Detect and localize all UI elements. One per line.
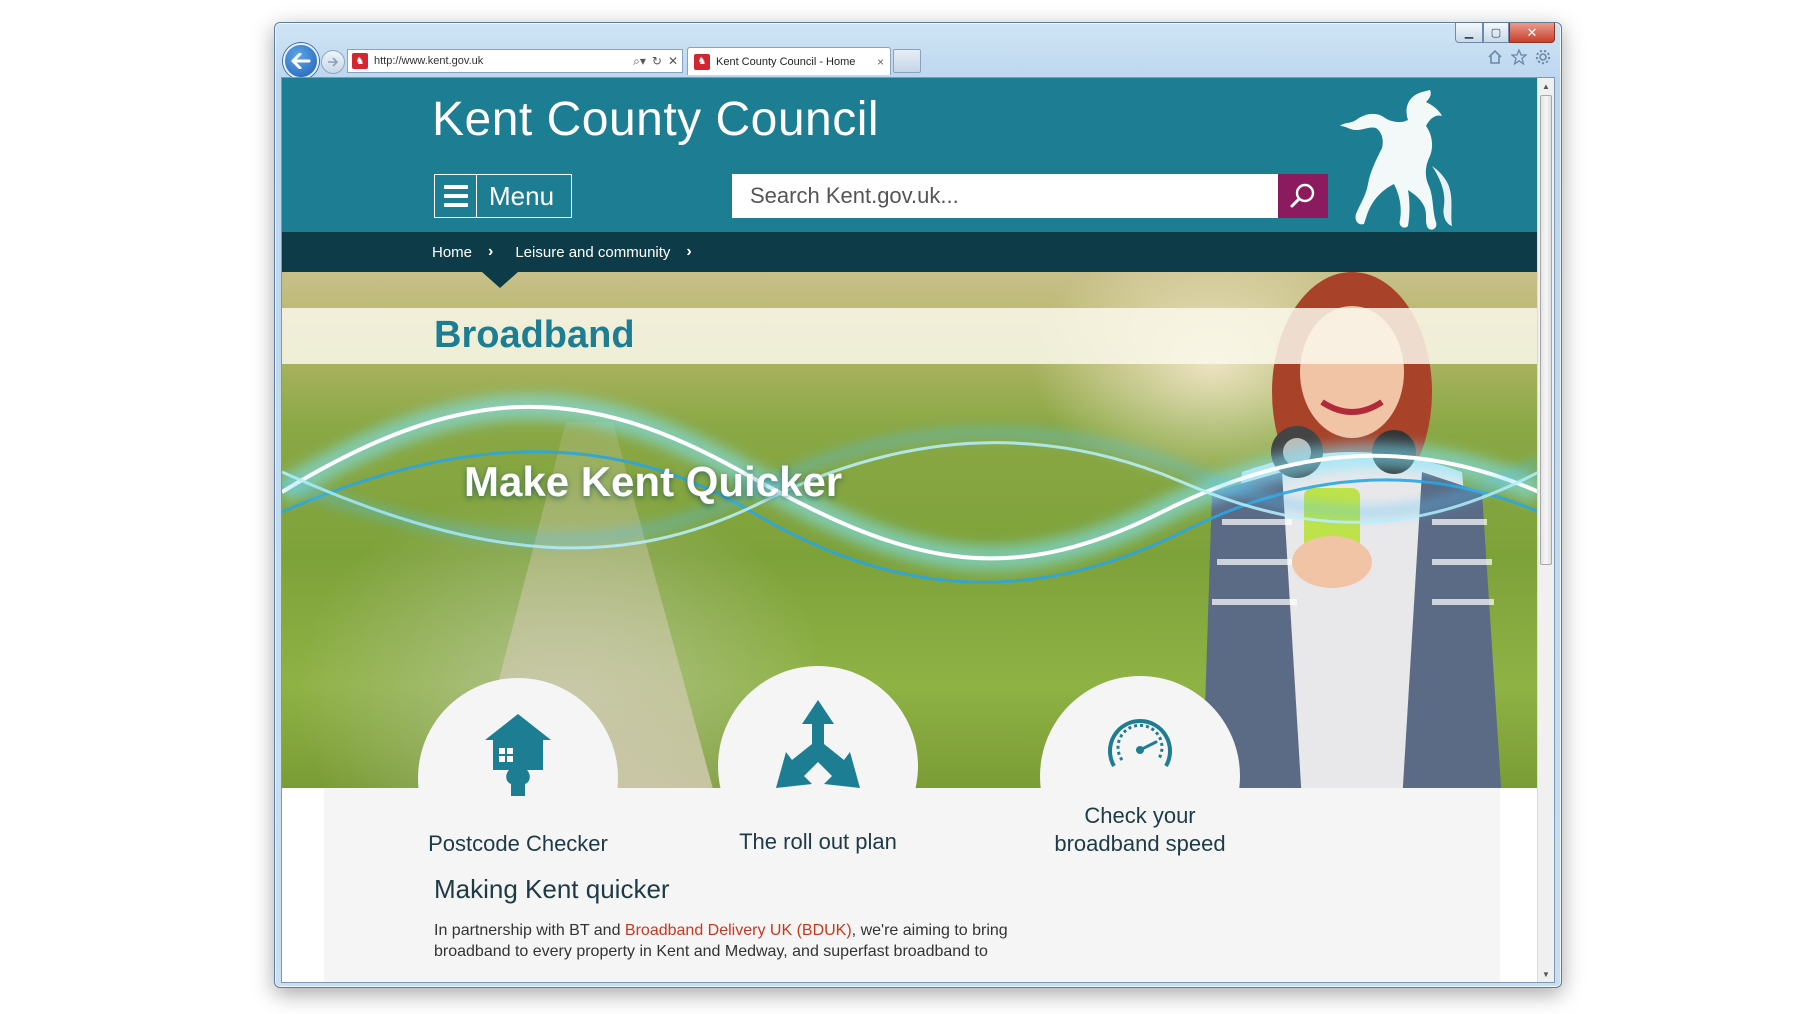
breadcrumb-home[interactable]: Home › <box>432 243 515 261</box>
tab-close-icon[interactable]: × <box>877 55 884 69</box>
intro-paragraph: In partnership with BT and Broadband Del… <box>434 920 1054 962</box>
vertical-scrollbar[interactable]: ▲ ▼ <box>1537 78 1554 982</box>
settings-gear-icon[interactable] <box>1535 49 1551 65</box>
browser-tools <box>1487 49 1551 65</box>
hero-heading: Make Kent Quicker <box>464 458 843 505</box>
minimize-button[interactable]: ▁ <box>1455 23 1483 43</box>
menu-button[interactable]: Menu <box>434 174 572 218</box>
tab-favicon-icon: ♞ <box>694 53 710 70</box>
browser-window: ▁ ▢ ✕ ♞ http://www.kent.gov.uk ⌕▾ ↻ ✕ ♞ … <box>274 22 1562 988</box>
new-tab-button[interactable] <box>893 49 921 73</box>
breadcrumb-notch <box>482 272 518 288</box>
back-arrow-icon <box>291 53 311 69</box>
scroll-up-arrow-icon[interactable]: ▲ <box>1538 78 1554 94</box>
site-favicon-icon: ♞ <box>352 53 368 69</box>
stop-icon[interactable]: ✕ <box>668 54 678 68</box>
page-title: Broadband <box>434 314 635 356</box>
postcode-checker-label[interactable]: Postcode Checker <box>418 830 618 858</box>
site-header: Kent County Council Menu <box>282 78 1539 232</box>
section-heading: Making Kent quicker <box>434 874 670 904</box>
breadcrumb-leisure[interactable]: Leisure and community › <box>515 243 713 261</box>
search-input[interactable] <box>732 174 1278 218</box>
roll-out-plan-label[interactable]: The roll out plan <box>718 828 918 856</box>
intro-text-prefix: In partnership with BT and <box>434 922 625 939</box>
tab-title: Kent County Council - Home <box>716 55 856 68</box>
forward-button[interactable] <box>321 50 345 74</box>
search-box <box>732 174 1328 218</box>
refresh-icon[interactable]: ↻ <box>652 54 662 68</box>
speedometer-icon <box>1108 719 1172 767</box>
back-button[interactable] <box>283 43 319 79</box>
address-text[interactable]: http://www.kent.gov.uk <box>374 55 627 67</box>
breadcrumb: Home › Leisure and community › <box>282 232 1539 272</box>
bduk-link[interactable]: Broadband Delivery UK (BDUK) <box>625 922 852 939</box>
web-page: Kent County Council Menu Ho <box>282 78 1539 982</box>
search-icon[interactable]: ⌕▾ <box>633 54 646 69</box>
kent-horse-logo-icon[interactable] <box>1312 86 1462 234</box>
home-icon[interactable] <box>1487 49 1503 65</box>
breadcrumb-home-label[interactable]: Home <box>432 244 472 261</box>
house-puzzle-icon <box>485 714 551 796</box>
menu-label: Menu <box>489 180 555 211</box>
favorites-star-icon[interactable] <box>1511 49 1527 65</box>
window-controls: ▁ ▢ ✕ <box>1455 23 1555 43</box>
broadband-speed-label-line2: broadband speed <box>1054 831 1226 856</box>
broadband-speed-label[interactable]: Check your broadband speed <box>1020 802 1260 858</box>
chevron-right-icon: › <box>488 243 494 260</box>
scroll-thumb[interactable] <box>1540 95 1552 565</box>
site-title[interactable]: Kent County Council <box>432 92 879 147</box>
maximize-button[interactable]: ▢ <box>1483 23 1509 43</box>
arrows-triangle-icon <box>776 700 860 788</box>
forward-arrow-icon <box>328 57 339 67</box>
broadband-speed-label-line1: Check your <box>1084 803 1196 828</box>
hamburger-icon <box>435 175 477 217</box>
close-window-button[interactable]: ✕ <box>1509 23 1555 43</box>
browser-viewport: Kent County Council Menu Ho <box>281 77 1555 983</box>
scroll-down-arrow-icon[interactable]: ▼ <box>1538 966 1554 982</box>
breadcrumb-leisure-label[interactable]: Leisure and community <box>515 244 670 261</box>
address-bar[interactable]: ♞ http://www.kent.gov.uk ⌕▾ ↻ ✕ <box>347 49 683 73</box>
tab-kent-home[interactable]: ♞ Kent County Council - Home × <box>687 47 891 75</box>
chevron-right-icon: › <box>686 243 692 260</box>
